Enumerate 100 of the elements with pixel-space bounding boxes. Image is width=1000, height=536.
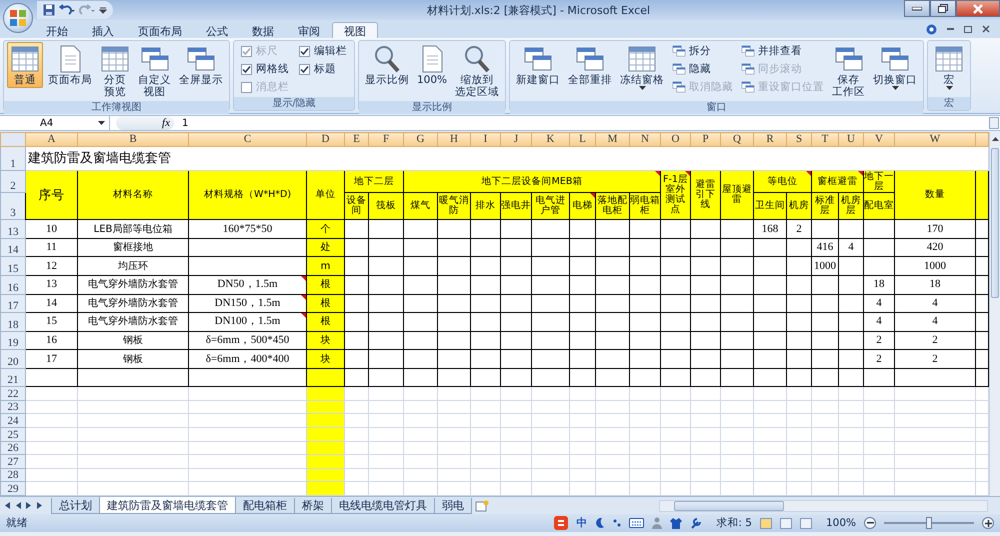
column-header[interactable]: K xyxy=(532,132,570,147)
restore-icon[interactable] xyxy=(964,25,972,33)
column-header[interactable]: I xyxy=(470,132,500,147)
column-header[interactable]: C xyxy=(188,132,306,147)
row-header[interactable]: 22 xyxy=(0,386,26,400)
save-icon[interactable] xyxy=(43,4,55,16)
ribbon-button[interactable]: 并排查看 xyxy=(738,42,828,60)
row-header[interactable]: 25 xyxy=(0,428,26,442)
wrench-icon[interactable] xyxy=(690,517,702,529)
column-header[interactable]: W xyxy=(894,132,976,147)
column-header[interactable]: F xyxy=(368,132,404,147)
row-header[interactable]: 27 xyxy=(0,454,26,468)
ribbon-tab[interactable]: 开始 xyxy=(34,22,80,38)
row-header[interactable]: 28 xyxy=(0,468,26,482)
ribbon-button[interactable]: 分页 预览 xyxy=(97,42,133,100)
up-arrow-icon[interactable] xyxy=(992,137,998,141)
sheet-tab[interactable]: 电线电缆电管灯具 xyxy=(331,498,435,514)
ribbon-button[interactable]: 显示比例 xyxy=(362,42,412,88)
column-header[interactable]: Q xyxy=(720,132,754,147)
column-header[interactable]: R xyxy=(754,132,786,147)
minimize-icon[interactable] xyxy=(947,28,954,30)
row-header[interactable]: 13 xyxy=(0,220,26,238)
sheet-tab[interactable]: 弱电 xyxy=(434,498,472,514)
ribbon-button[interactable]: 拆分 xyxy=(669,42,736,60)
ribbon-button[interactable]: 全屏显示 xyxy=(176,42,226,88)
sheet-tab[interactable]: 建筑防雷及窗墙电缆套管 xyxy=(99,497,236,514)
row-header[interactable]: 17 xyxy=(0,294,26,313)
row-header[interactable]: 24 xyxy=(0,414,26,428)
ime-logo-icon[interactable] xyxy=(554,516,568,530)
row-header[interactable]: 16 xyxy=(0,276,26,294)
ribbon-tab[interactable]: 审阅 xyxy=(286,22,332,38)
ribbon-tab[interactable]: 页面布局 xyxy=(126,22,194,38)
punctuation-icon[interactable] xyxy=(613,518,622,528)
column-header[interactable]: O xyxy=(660,132,690,147)
ribbon-button[interactable]: 缩放到 选定区域 xyxy=(452,42,502,100)
ribbon-button[interactable]: 宏 xyxy=(931,42,968,92)
column-header[interactable]: T xyxy=(812,132,838,147)
ribbon-button[interactable]: 新建窗口 xyxy=(513,42,564,88)
minimize-button[interactable] xyxy=(904,0,930,17)
sheet-tab[interactable]: 配电箱柜 xyxy=(235,498,295,514)
row-header[interactable]: 15 xyxy=(0,256,26,276)
ribbon-button[interactable]: 页面布局 xyxy=(45,42,95,88)
row-header[interactable]: 23 xyxy=(0,400,26,414)
keyboard-icon[interactable] xyxy=(629,518,644,528)
row-header[interactable]: 2 xyxy=(0,170,26,193)
row-header[interactable]: 29 xyxy=(0,482,26,496)
ribbon-tab[interactable]: 插入 xyxy=(80,22,126,38)
column-header[interactable]: S xyxy=(786,132,812,147)
checkbox[interactable]: 网格线 xyxy=(237,60,293,78)
column-header[interactable]: E xyxy=(344,132,368,147)
row-header[interactable]: 20 xyxy=(0,350,26,368)
ribbon-button[interactable]: 切换窗口 xyxy=(870,42,920,92)
column-header[interactable]: D xyxy=(306,132,344,147)
row-header[interactable]: 3 xyxy=(0,192,26,220)
column-header[interactable]: L xyxy=(570,132,596,147)
sheet-tab[interactable]: 桥架 xyxy=(294,498,332,514)
customize-icon[interactable] xyxy=(99,6,107,14)
zoom-out-button[interactable] xyxy=(864,517,876,529)
ribbon-button[interactable]: 普通 xyxy=(7,42,43,88)
column-header[interactable]: U xyxy=(838,132,864,147)
close-button[interactable] xyxy=(956,0,1000,17)
column-header[interactable]: H xyxy=(438,132,470,147)
page-break-button[interactable] xyxy=(800,518,812,528)
vertical-scrollbar[interactable] xyxy=(989,132,1000,496)
ribbon-button[interactable]: 100% xyxy=(414,42,450,88)
ime-mode[interactable]: 中 xyxy=(576,516,588,530)
ribbon-button[interactable]: 冻结窗格 xyxy=(617,42,668,92)
ribbon-tab[interactable]: 公式 xyxy=(194,22,240,38)
zoom-level[interactable]: 100% xyxy=(826,517,856,529)
zoom-in-button[interactable] xyxy=(982,517,994,529)
ribbon-tab[interactable]: 数据 xyxy=(240,22,286,38)
moon-icon[interactable] xyxy=(595,517,606,529)
undo-icon[interactable] xyxy=(59,4,75,16)
name-box[interactable]: A4 xyxy=(0,116,110,130)
ribbon-button[interactable]: 全部重排 xyxy=(565,42,616,88)
help-icon[interactable] xyxy=(926,24,937,34)
row-header[interactable]: 14 xyxy=(0,238,26,257)
restore-button[interactable] xyxy=(930,0,956,17)
ribbon-button[interactable]: 自定义 视图 xyxy=(135,42,174,100)
close-icon[interactable] xyxy=(982,25,990,33)
checkbox[interactable]: 标题 xyxy=(295,60,351,78)
column-header[interactable]: B xyxy=(78,132,188,147)
column-header[interactable]: V xyxy=(864,132,894,147)
insert-sheet-icon[interactable] xyxy=(475,500,489,512)
slider-thumb[interactable] xyxy=(926,517,932,529)
row-header[interactable]: 26 xyxy=(0,441,26,455)
checkbox[interactable]: 编辑栏 xyxy=(295,42,351,60)
column-header[interactable]: G xyxy=(404,132,438,147)
column-header[interactable]: M xyxy=(596,132,630,147)
office-button[interactable] xyxy=(3,3,33,33)
ribbon-tab[interactable]: 视图 xyxy=(332,22,378,38)
shirt-icon[interactable] xyxy=(670,517,682,529)
column-header[interactable]: A xyxy=(26,132,78,147)
column-header[interactable]: N xyxy=(630,132,660,147)
ribbon-button[interactable]: 隐藏 xyxy=(669,60,736,78)
formula-field[interactable]: 1 xyxy=(174,118,989,128)
row-header[interactable]: 1 xyxy=(0,146,26,171)
column-header[interactable]: J xyxy=(500,132,532,147)
sheet-tab[interactable]: 总计划 xyxy=(51,498,100,514)
row-header[interactable]: 19 xyxy=(0,331,26,350)
